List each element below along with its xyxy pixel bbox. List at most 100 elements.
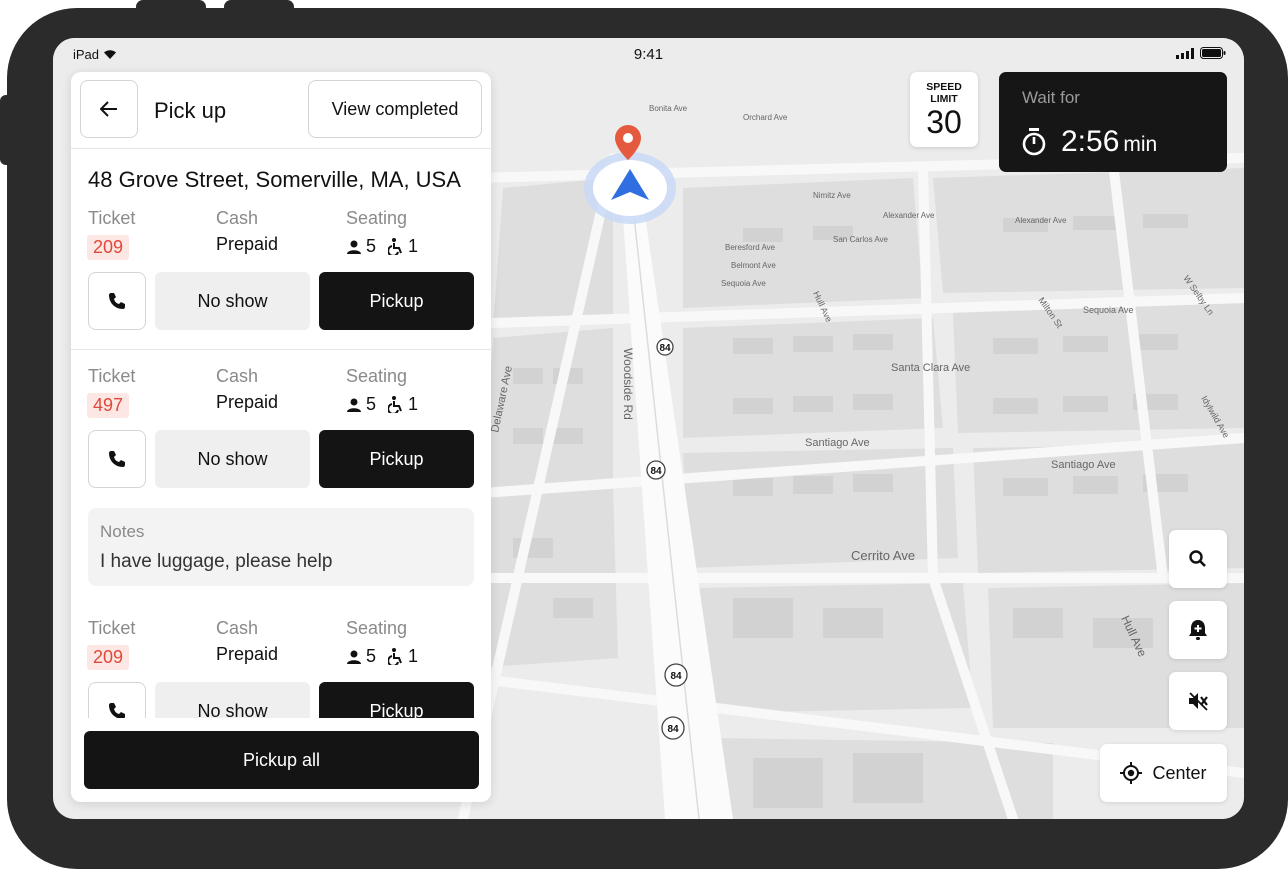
panel-footer: Pickup all xyxy=(71,718,491,802)
ticket-number: 497 xyxy=(87,393,130,418)
wait-time: 2:56 xyxy=(1061,125,1120,158)
street-label: Santiago Ave xyxy=(1051,459,1116,471)
ticket-number: 209 xyxy=(87,235,130,260)
seating-info: 5 1 xyxy=(346,394,418,415)
call-button[interactable] xyxy=(88,430,146,488)
passenger-card: Ticket Cash Seating 497 Prepaid 5 1 No s… xyxy=(71,366,491,496)
center-label: Center xyxy=(1152,762,1207,783)
street-label: Bonita Ave xyxy=(649,104,688,113)
street-label: Nimitz Ave xyxy=(813,191,851,200)
wheelchair-count: 1 xyxy=(408,394,419,414)
screen: 84 84 84 84 Santa Clara Ave Santiago Ave… xyxy=(53,38,1244,819)
seating-label: Seating xyxy=(346,366,408,386)
notes-text: I have luggage, please help xyxy=(100,551,333,572)
timer-icon xyxy=(1022,128,1046,156)
wait-value: 2:56 min xyxy=(1021,125,1157,159)
notes-box: Notes I have luggage, please help xyxy=(88,508,474,586)
person-icon xyxy=(347,398,361,412)
battery-icon xyxy=(1200,47,1226,59)
mute-button[interactable] xyxy=(1169,672,1227,730)
status-right xyxy=(1176,47,1226,59)
seat-count: 5 xyxy=(366,236,377,256)
ticket-label: Ticket xyxy=(88,618,136,638)
wait-timer-card: Wait for 2:56 min xyxy=(999,72,1227,172)
route-shield-label: 84 xyxy=(670,671,682,682)
cash-label: Cash xyxy=(216,618,259,638)
cash-label: Cash xyxy=(216,366,259,386)
street-label: Belmont Ave xyxy=(731,261,776,270)
pickup-all-button[interactable]: Pickup all xyxy=(84,731,479,789)
no-show-button[interactable]: No show xyxy=(155,430,310,488)
pickup-panel: Pick up View completed 48 Grove Street, … xyxy=(71,72,491,802)
report-alert-button[interactable] xyxy=(1169,601,1227,659)
speed-limit-label: SPEED LIMIT xyxy=(910,81,978,105)
payment-status: Prepaid xyxy=(216,392,279,412)
alert-bell-icon xyxy=(1189,620,1207,640)
street-label: Alexander Ave xyxy=(1015,216,1067,225)
wait-label: Wait for xyxy=(1022,88,1080,107)
pickup-address: 48 Grove Street, Somerville, MA, USA xyxy=(88,167,461,192)
speed-limit-sign: SPEED LIMIT 30 xyxy=(910,72,978,147)
street-label: Santiago Ave xyxy=(805,437,870,449)
search-button[interactable] xyxy=(1169,530,1227,588)
payment-status: Prepaid xyxy=(216,644,279,664)
ticket-label: Ticket xyxy=(88,208,136,228)
speed-limit-value: 30 xyxy=(926,104,962,140)
cash-label: Cash xyxy=(216,208,259,228)
pickup-button[interactable]: Pickup xyxy=(319,272,474,330)
street-label: Sequoia Ave xyxy=(721,279,766,288)
wheelchair-count: 1 xyxy=(408,236,419,256)
street-label: San Carlos Ave xyxy=(833,235,889,244)
seat-count: 5 xyxy=(366,646,377,666)
pickup-button[interactable]: Pickup xyxy=(319,430,474,488)
status-time: 9:41 xyxy=(633,46,664,63)
divider xyxy=(71,349,491,350)
seating-info: 5 1 xyxy=(346,236,418,257)
route-shield-label: 84 xyxy=(667,724,679,735)
volume-up-button xyxy=(136,0,206,14)
speed-label-line1: SPEED xyxy=(926,81,962,93)
wheelchair-icon xyxy=(388,648,402,665)
wait-unit: min xyxy=(1123,133,1158,156)
person-icon xyxy=(347,240,361,254)
volume-down-button xyxy=(224,0,294,14)
street-label: Cerrito Ave xyxy=(851,548,915,563)
signal-icon xyxy=(1176,47,1194,59)
seating-info: 5 1 xyxy=(346,646,418,667)
no-show-button[interactable]: No show xyxy=(155,272,310,330)
notes-label: Notes xyxy=(100,522,145,541)
seat-count: 5 xyxy=(366,394,377,414)
wheelchair-icon xyxy=(388,396,402,413)
payment-status: Prepaid xyxy=(216,234,279,254)
person-icon xyxy=(347,650,361,664)
street-label: Santa Clara Ave xyxy=(891,362,970,374)
phone-icon xyxy=(109,293,125,309)
ticket-label: Ticket xyxy=(88,366,136,386)
route-shield-label: 84 xyxy=(650,466,662,477)
panel-header: Pick up View completed xyxy=(71,72,491,149)
seating-label: Seating xyxy=(346,208,408,228)
phone-icon xyxy=(109,451,125,467)
arrow-left-icon xyxy=(100,101,117,117)
call-button[interactable] xyxy=(88,272,146,330)
street-label: Woodside Rd xyxy=(621,348,635,420)
search-icon xyxy=(1189,550,1206,567)
wheelchair-icon xyxy=(388,238,402,255)
volume-mute-icon xyxy=(1189,692,1208,711)
center-button[interactable]: Center xyxy=(1100,744,1227,802)
street-label: Sequoia Ave xyxy=(1083,305,1133,315)
power-button xyxy=(0,95,12,165)
street-label: Orchard Ave xyxy=(743,113,788,122)
back-button[interactable] xyxy=(80,80,138,138)
status-bar: iPad 9:41 xyxy=(53,38,1244,70)
seating-label: Seating xyxy=(346,618,408,638)
wheelchair-count: 1 xyxy=(408,646,419,666)
view-completed-button[interactable]: View completed xyxy=(308,80,482,138)
locate-icon xyxy=(1120,762,1143,784)
passenger-card: Ticket Cash Seating 209 Prepaid 5 1 No s… xyxy=(71,208,491,338)
street-label: Beresford Ave xyxy=(725,243,776,252)
ticket-number: 209 xyxy=(87,645,130,670)
street-label: Alexander Ave xyxy=(883,211,935,220)
route-shield-label: 84 xyxy=(659,343,671,354)
panel-title: Pick up xyxy=(154,98,227,123)
